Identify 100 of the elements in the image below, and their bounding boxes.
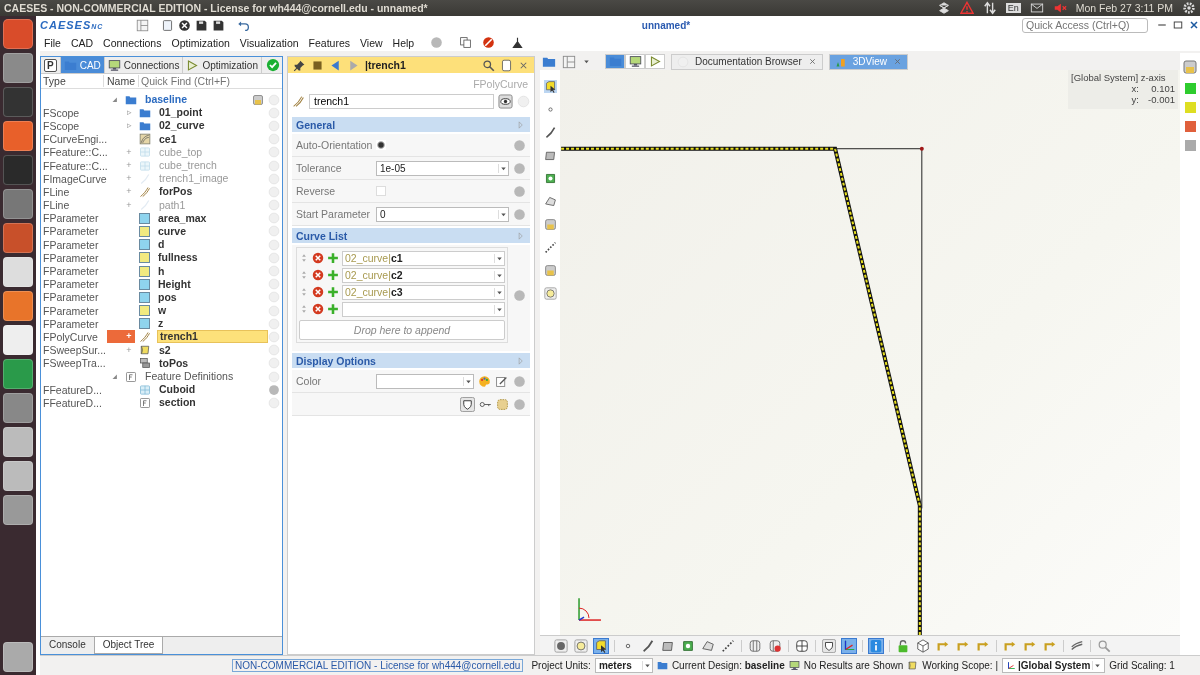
remove-icon[interactable] [312,252,324,264]
reorder-icon[interactable] [299,287,309,297]
checkbox[interactable] [376,186,386,196]
solid-icon[interactable] [701,638,715,653]
color-dropdown[interactable] [376,373,474,389]
chevron-icon[interactable] [516,230,526,241]
close-icon[interactable] [807,57,817,66]
grid-icon[interactable] [795,638,809,653]
ruler-icon[interactable] [1070,638,1084,653]
layout-icon[interactable] [562,54,576,69]
selection-icon[interactable] [496,397,509,411]
launcher-icon[interactable] [3,495,33,525]
view-mode-button[interactable] [605,54,625,69]
save-icon[interactable] [195,18,208,32]
add-icon[interactable] [327,286,339,298]
select-icon[interactable] [543,80,557,93]
menu-item[interactable]: Visualization [239,36,299,49]
help-icon[interactable] [513,161,526,175]
cube-icon[interactable] [916,638,930,653]
slices-off-icon[interactable] [768,638,782,653]
clock[interactable]: Mon Feb 27 3:11 PM [1075,2,1173,14]
slices-icon[interactable] [748,638,762,653]
tree-item[interactable]: s2 [157,344,173,356]
launcher-icon[interactable] [3,461,33,491]
dotted-line-icon[interactable] [721,638,735,653]
launcher-icon[interactable] [3,325,33,355]
tree-item[interactable]: trench1 [157,330,268,344]
launcher-icon[interactable] [3,155,33,185]
zoom-icon[interactable] [1097,638,1111,653]
tree-item[interactable]: z [156,318,166,330]
drop-target[interactable]: Drop here to append [299,320,505,340]
curve-dropdown[interactable] [342,301,505,317]
menu-item[interactable]: Help [392,36,415,49]
color-swatch[interactable] [1184,121,1196,132]
tree-item[interactable]: baseline [143,94,190,106]
curve-dropdown[interactable]: 02_curve|c2 [342,267,505,283]
value-dropdown[interactable]: 1e-05 [376,160,509,176]
pin-icon[interactable] [293,58,306,72]
tree-item[interactable]: toPos [157,357,191,369]
tree-item[interactable]: Cuboid [157,384,198,396]
document-tab[interactable]: Documentation Browser [671,53,823,70]
color-swatch[interactable] [1184,83,1196,94]
reorder-icon[interactable] [299,304,309,314]
warning-icon[interactable] [959,1,974,15]
tree-item[interactable]: 02_curve [157,120,207,132]
launcher-icon[interactable] [3,87,33,117]
tree-item[interactable]: Feature Definitions [143,371,236,383]
section-header[interactable]: Display Options [292,353,530,368]
add-icon[interactable] [327,252,339,264]
forward-icon[interactable] [347,58,360,72]
tree-item[interactable]: 01_point [157,107,205,119]
copy-icon[interactable] [459,36,473,49]
remove-icon[interactable] [312,286,324,298]
dropdown-caret-icon[interactable] [582,57,591,66]
tree-item[interactable]: section [157,397,198,409]
curve-dropdown[interactable]: 02_curve|c3 [342,284,505,300]
network-icon[interactable] [982,1,997,15]
reorder-icon[interactable] [299,253,309,263]
tree-item[interactable]: d [156,239,167,251]
ring-icon[interactable] [574,638,588,653]
remove-icon[interactable] [312,303,324,315]
add-icon[interactable] [327,269,339,281]
patch-icon[interactable] [543,172,557,185]
tree-item[interactable]: fullness [156,252,200,264]
axes-icon[interactable] [842,638,856,653]
lock-icon[interactable] [896,638,910,653]
settings-icon[interactable] [1182,1,1196,15]
save-as-icon[interactable] [212,18,225,32]
launcher-icon[interactable] [3,223,33,253]
section-header[interactable]: General [292,117,530,132]
refresh-icon[interactable] [266,58,280,72]
menu-item[interactable]: View [360,36,383,49]
launcher-icon[interactable] [3,427,33,457]
shield-icon[interactable] [822,638,836,653]
tree-item[interactable]: Height [156,278,193,290]
new-file-icon[interactable] [161,18,174,32]
quick-access-field[interactable]: Quick Access (Ctrl+Q) [1022,17,1148,33]
menu-item[interactable]: Connections [103,36,162,49]
stop-icon[interactable] [482,36,496,49]
add-icon[interactable] [327,303,339,315]
help-icon[interactable] [268,383,280,396]
tree-item[interactable]: w [156,305,169,317]
panel-tab[interactable]: Object Tree [93,637,164,654]
tool-icon[interactable] [543,218,557,231]
color-swatch[interactable] [1184,102,1196,113]
launcher-icon[interactable] [3,359,33,389]
document-icon[interactable] [500,58,513,72]
tool-icon[interactable] [543,264,557,277]
dotted-line-icon[interactable] [543,241,557,254]
remove-icon[interactable] [312,269,324,281]
column-header[interactable]: Type [41,75,104,87]
view-mode-button[interactable] [645,54,665,69]
launcher-icon[interactable] [3,121,33,151]
select-icon[interactable] [594,638,608,653]
reorder-icon[interactable] [299,270,309,280]
help-icon[interactable] [513,374,526,388]
sync-icon[interactable] [936,1,951,15]
solid-icon[interactable] [543,195,557,208]
curve-dropdown[interactable]: 02_curve|c1 [342,250,505,266]
launcher-icon[interactable] [3,189,33,219]
